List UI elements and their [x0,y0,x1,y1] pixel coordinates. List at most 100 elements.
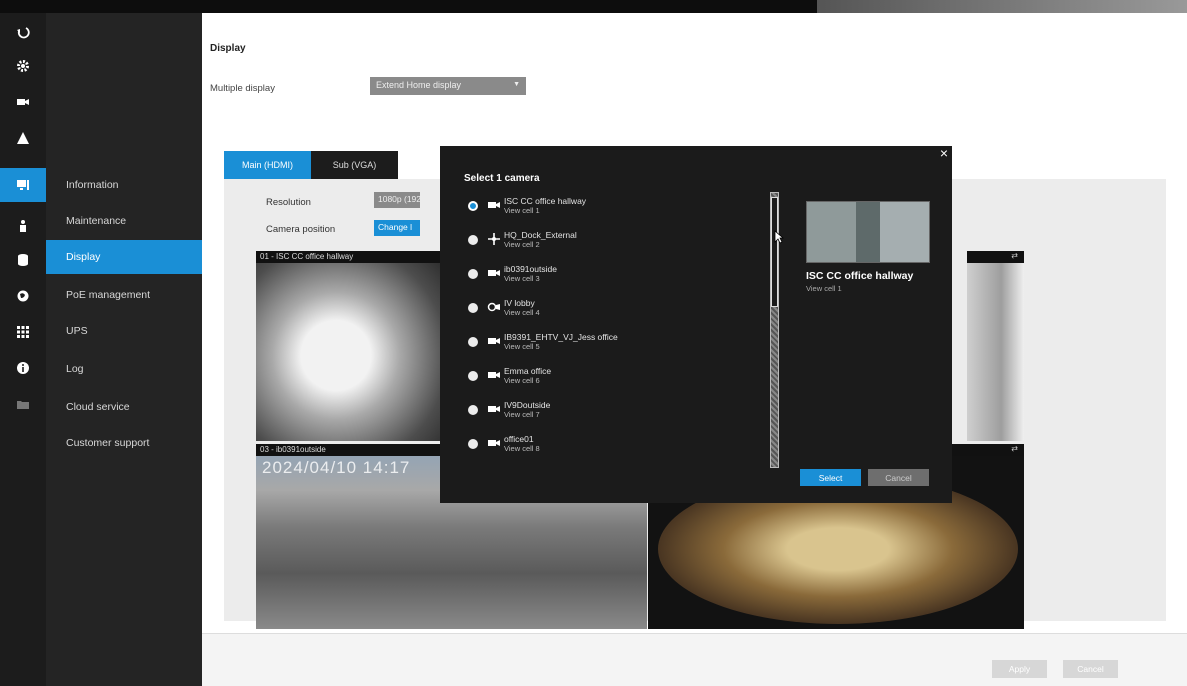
swap-icon[interactable]: ⇄ [1011,444,1018,453]
menu-item-customer-support[interactable]: Customer support [46,426,202,460]
dialog-cancel-button[interactable]: Cancel [868,469,929,486]
preview-camera-name: ISC CC office hallway [806,270,914,282]
camera-view-cell: View cell 4 [504,308,540,317]
menu-item-ups[interactable]: UPS [46,314,202,348]
camera-radio[interactable] [468,439,478,449]
camera-name: ISC CC office hallway [504,196,587,206]
swap-icon[interactable]: ⇄ [1011,251,1018,260]
change-layout-button[interactable]: Change l [374,220,420,236]
camera-icon [487,335,501,347]
user-icon[interactable] [0,211,46,241]
camera-icon [487,267,501,279]
camera-list-item[interactable]: ISC CC office hallway View cell 1 [464,191,764,225]
camera-view-cell: View cell 5 [504,342,540,351]
resolution-select[interactable]: 1080p (1920 [374,192,420,208]
top-bar-accent [817,0,1187,13]
camera-view-cell: View cell 7 [504,410,540,419]
camera-view-cell: View cell 8 [504,444,540,453]
camera-list-item[interactable]: ib0391outside View cell 3 [464,259,764,293]
output-tabs: Main (HDMI) Sub (VGA) [224,151,398,179]
camera-icon[interactable] [0,87,46,117]
camera-view-cell: View cell 2 [504,240,540,249]
camera-list-item[interactable]: HQ_Dock_External View cell 2 [464,225,764,259]
camera-icon [487,199,501,211]
alert-icon[interactable] [0,123,46,153]
camera-radio[interactable] [468,303,478,313]
view-caption: 01 - ISC CC office hallway [256,251,456,263]
camera-list-item[interactable]: IB9391_EHTV_VJ_Jess office View cell 5 [464,327,764,361]
camera-radio[interactable] [468,371,478,381]
camera-name: HQ_Dock_External [504,230,577,240]
camera-name: IB9391_EHTV_VJ_Jess office [504,332,618,342]
view-cell-2[interactable]: ⇄ [967,251,1024,441]
camera-preview-image [806,201,930,263]
info-icon[interactable] [0,353,46,383]
video-timestamp: 2024/04/10 14:17 [262,458,411,477]
multiple-display-select[interactable]: Extend Home display ▼ [370,77,526,95]
camera-list-item[interactable]: Emma office View cell 6 [464,361,764,395]
multiple-display-value: Extend Home display [376,80,462,90]
app-window: Information Maintenance Display PoE mana… [0,0,1187,686]
menu-item-log[interactable]: Log [46,352,202,386]
folder-icon[interactable] [0,389,46,419]
dialog-title: Select 1 camera [464,173,540,184]
select-button[interactable]: Select [800,469,861,486]
camera-icon [487,437,501,449]
camera-list-item[interactable]: IV lobby View cell 4 [464,293,764,327]
tab-sub-vga[interactable]: Sub (VGA) [311,151,398,179]
menu-item-maintenance[interactable]: Maintenance [46,204,202,238]
top-bar [0,0,1187,13]
camera-list-item[interactable]: IV9Doutside View cell 7 [464,395,764,429]
display-icon[interactable] [0,168,46,202]
menu-item-label: Information [66,179,119,191]
database-icon[interactable] [0,245,46,275]
icon-sidebar [0,13,46,686]
settings-menu: Information Maintenance Display PoE mana… [46,13,202,686]
camera-view-cell: View cell 1 [504,206,540,215]
mouse-cursor-icon [774,230,784,244]
page-title: Display [210,43,246,54]
camera-icon [487,403,501,415]
menu-item-poe-management[interactable]: PoE management [46,278,202,312]
camera-list: ISC CC office hallway View cell 1 HQ_Dock_… [464,191,764,469]
menu-item-label: Display [66,251,101,263]
menu-item-label: Customer support [66,437,150,449]
tab-main-hdmi[interactable]: Main (HDMI) [224,151,311,179]
camera-list-item[interactable]: office01 View cell 8 [464,429,764,463]
camera-radio[interactable] [468,201,478,211]
camera-name: Emma office [504,366,552,376]
ptz-icon [487,233,501,245]
menu-item-information[interactable]: Information [46,168,202,202]
cancel-button[interactable]: Cancel [1063,660,1118,678]
fisheye-camera-icon [487,301,501,313]
back-icon[interactable] [0,17,46,47]
camera-name: IV9Doutside [504,400,551,410]
camera-view-cell: View cell 6 [504,376,540,385]
menu-item-cloud-service[interactable]: Cloud service [46,390,202,424]
apps-grid-icon[interactable] [0,317,46,347]
menu-item-display[interactable]: Display [46,240,202,274]
view-cell-1[interactable]: 01 - ISC CC office hallway [256,251,456,441]
camera-view-cell: View cell 3 [504,274,540,283]
camera-icon [487,369,501,381]
footer-bar: Apply Cancel [202,633,1187,686]
resolution-label: Resolution [266,197,311,208]
menu-item-label: Cloud service [66,401,130,413]
camera-radio[interactable] [468,235,478,245]
network-icon[interactable] [0,281,46,311]
camera-radio[interactable] [468,405,478,415]
menu-item-label: Log [66,363,84,375]
camera-radio[interactable] [468,337,478,347]
apply-button[interactable]: Apply [992,660,1047,678]
close-icon[interactable]: × [940,146,948,160]
camera-name: IV lobby [504,298,535,308]
scrollbar-thumb[interactable] [771,197,778,307]
gear-icon[interactable] [0,51,46,81]
camera-position-label: Camera position [266,224,336,235]
chevron-down-icon: ▼ [513,81,520,88]
multiple-display-label: Multiple display [210,83,275,94]
camera-radio[interactable] [468,269,478,279]
menu-item-label: UPS [66,325,88,337]
camera-name: office01 [504,434,534,444]
menu-item-label: PoE management [66,289,151,301]
